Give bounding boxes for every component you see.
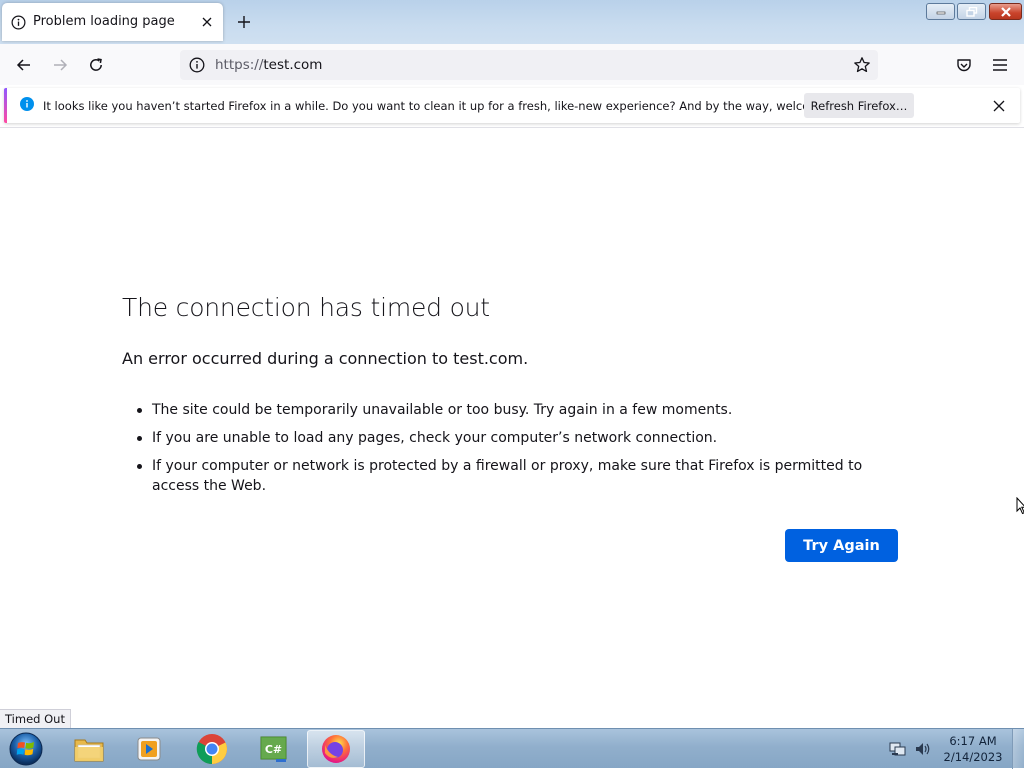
chrome-icon (196, 734, 227, 765)
start-button[interactable] (7, 731, 45, 767)
notification-bar: It looks like you haven’t started Firefo… (4, 88, 1020, 123)
hamburger-menu-icon[interactable] (987, 52, 1013, 78)
tab-strip: Problem loading page (0, 0, 1024, 44)
error-suggestions-list: The site could be temporarily unavailabl… (122, 400, 902, 504)
csharp-icon: C# (260, 736, 287, 762)
navigation-toolbar: https://test.com (0, 44, 1024, 85)
close-icon[interactable] (989, 96, 1009, 116)
network-icon[interactable] (889, 741, 907, 757)
clock-time: 6:17 AM (949, 734, 997, 748)
notification-message: It looks like you haven’t started Firefo… (43, 99, 864, 113)
page-content: The connection has timed out An error oc… (0, 127, 1024, 728)
close-tab-icon[interactable] (198, 13, 216, 31)
folder-icon (74, 739, 104, 762)
clock-date: 2/14/2023 (943, 750, 1003, 764)
status-bar: Timed Out (0, 709, 71, 728)
tab-title: Problem loading page (33, 14, 175, 29)
bookmark-star-icon[interactable] (852, 55, 872, 75)
info-icon (20, 97, 34, 111)
url-host: test.com (263, 57, 323, 73)
taskbar-explorer[interactable] (60, 730, 118, 768)
error-title: The connection has timed out (122, 293, 490, 322)
system-clock[interactable]: 6:17 AM 2/14/2023 (940, 733, 1006, 765)
show-desktop-button[interactable] (1012, 729, 1024, 769)
minimize-window-button[interactable] (926, 3, 955, 20)
list-item: If you are unable to load any pages, che… (122, 428, 902, 448)
windows-logo-icon (9, 732, 43, 766)
info-icon (11, 15, 26, 30)
url-bar[interactable]: https://test.com (180, 50, 878, 80)
list-item: If your computer or network is protected… (122, 456, 902, 496)
restore-window-button[interactable] (957, 3, 986, 20)
taskbar-media-player[interactable] (121, 730, 179, 768)
taskbar-csharp-app[interactable]: C# (245, 730, 303, 768)
forward-arrow-icon[interactable] (47, 52, 73, 78)
error-subtitle: An error occurred during a connection to… (122, 349, 529, 368)
refresh-firefox-button[interactable]: Refresh Firefox… (804, 93, 914, 118)
close-window-button[interactable] (989, 3, 1022, 20)
media-player-icon (137, 737, 161, 761)
notification-accent-stripe (4, 88, 7, 123)
mouse-pointer-icon (1016, 497, 1024, 515)
url-text[interactable]: https://test.com (215, 57, 322, 73)
svg-text:C#: C# (265, 743, 282, 756)
taskbar: C# 6:17 AM 2/14/2023 (0, 728, 1024, 769)
list-item: The site could be temporarily unavailabl… (122, 400, 902, 420)
volume-icon[interactable] (914, 741, 932, 757)
taskbar-chrome[interactable] (183, 730, 241, 768)
reload-icon[interactable] (83, 52, 109, 78)
site-info-icon[interactable] (189, 57, 205, 73)
new-tab-plus-icon[interactable] (233, 11, 255, 33)
taskbar-firefox[interactable] (307, 730, 365, 768)
tab-problem-loading-page[interactable]: Problem loading page (2, 3, 223, 41)
back-arrow-icon[interactable] (11, 52, 37, 78)
try-again-button[interactable]: Try Again (785, 529, 898, 562)
url-scheme: https:// (215, 57, 264, 73)
firefox-icon (322, 735, 350, 763)
pocket-icon[interactable] (951, 52, 977, 78)
